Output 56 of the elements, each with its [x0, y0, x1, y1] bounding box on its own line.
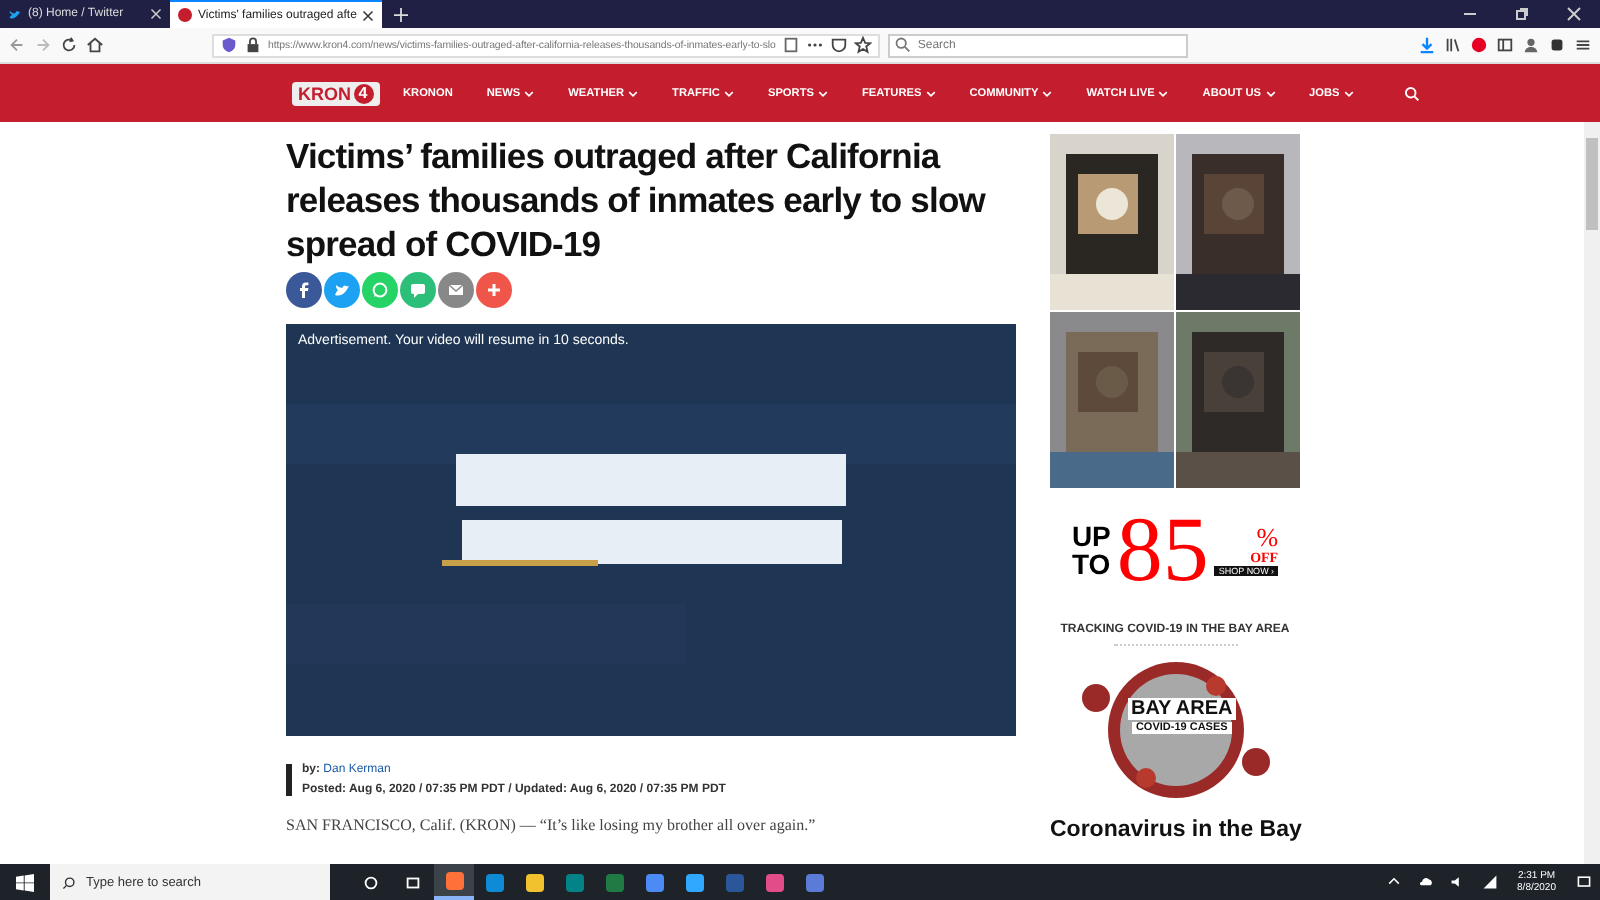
- home-icon[interactable]: [86, 36, 104, 54]
- sidebar-icon[interactable]: [1496, 36, 1514, 54]
- caret-icon: [1265, 89, 1276, 97]
- chat-icon: [370, 280, 390, 300]
- close-icon[interactable]: [362, 9, 375, 21]
- start-icon[interactable]: [16, 873, 34, 891]
- caret-icon: [723, 89, 734, 97]
- caret-icon: [925, 89, 936, 97]
- caret-icon: [817, 89, 828, 97]
- back-icon[interactable]: [8, 36, 26, 54]
- article-headline: Victims’ families outraged after California releases thousands of inmates early to slow spread of COVID-19: [286, 134, 988, 266]
- envelope-icon: [446, 280, 466, 300]
- restore-icon[interactable]: [1514, 6, 1530, 22]
- search-icon: [62, 875, 76, 889]
- download-icon[interactable]: [1418, 36, 1436, 54]
- star-icon[interactable]: [853, 36, 872, 54]
- search-icon: [893, 36, 912, 54]
- caret-icon: [1158, 89, 1169, 97]
- site-logo[interactable]: KRON 4: [292, 81, 379, 105]
- cloud-icon[interactable]: [1417, 874, 1434, 890]
- facebook-icon: [294, 280, 314, 300]
- image-label: BAY AREA: [1127, 698, 1237, 720]
- caret-icon: [628, 89, 639, 97]
- search-icon[interactable]: [1403, 85, 1420, 101]
- pocket-icon[interactable]: [829, 36, 848, 54]
- caret-icon: [1343, 89, 1354, 97]
- notification-icon[interactable]: [1576, 874, 1592, 890]
- reader-icon[interactable]: [781, 36, 800, 54]
- bird-icon: [332, 280, 352, 300]
- account-icon[interactable]: [1522, 36, 1540, 54]
- circle-icon[interactable]: [362, 873, 380, 891]
- scrollbar[interactable]: [1584, 122, 1600, 864]
- speech-bubble-icon: [408, 280, 428, 300]
- share-button[interactable]: [324, 272, 360, 308]
- shield-icon: [220, 36, 238, 54]
- taskbar-app[interactable]: [434, 864, 474, 900]
- caret-icon: [524, 89, 535, 97]
- new-tab-icon[interactable]: [394, 7, 409, 21]
- caret-icon: [1042, 89, 1053, 97]
- pin-icon[interactable]: [1470, 36, 1488, 54]
- reload-icon[interactable]: [60, 36, 78, 54]
- share-button[interactable]: [438, 272, 474, 308]
- share-button[interactable]: [476, 272, 512, 308]
- story-headline[interactable]: Coronavirus in the Bay: [1050, 818, 1302, 842]
- extension-icon[interactable]: [1548, 36, 1566, 54]
- plus-icon: [484, 280, 504, 300]
- network-icon[interactable]: [1481, 874, 1498, 890]
- menu-icon[interactable]: [1574, 36, 1592, 54]
- share-button[interactable]: [286, 272, 322, 308]
- bird-icon: [8, 7, 22, 21]
- article-paragraph: SAN FRANCISCO, Calif. (KRON) — “It’s like losing my brother all over again.”: [286, 816, 818, 834]
- lock-icon: [244, 36, 262, 54]
- site-logo-icon: [178, 8, 192, 22]
- task-view-icon[interactable]: [404, 873, 422, 891]
- chevron-icon[interactable]: [1385, 874, 1402, 890]
- library-icon[interactable]: [1444, 36, 1462, 54]
